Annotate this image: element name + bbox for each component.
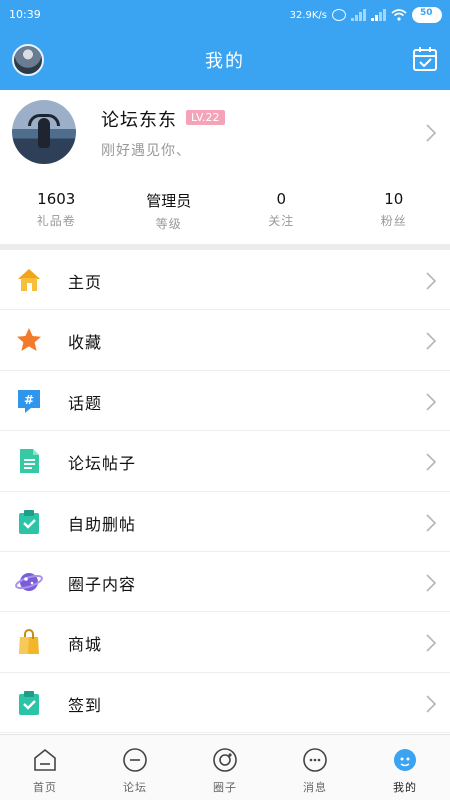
stat-value: 10 (384, 190, 404, 208)
menu-item-store[interactable]: 商城 (0, 612, 450, 673)
planet-icon (15, 572, 43, 591)
menu-label: 话题 (68, 393, 103, 413)
menu-item-topics[interactable]: # 话题 (0, 370, 450, 432)
chevron-right-icon (426, 574, 436, 592)
topic-hash-icon: # (18, 389, 40, 413)
status-time: 10:39 (9, 8, 41, 21)
signal-icon (351, 9, 366, 21)
menu-list: 主页 收藏 # 话题 论坛帖子 自助删帖 圈子内容 商城 签到 (0, 250, 450, 734)
menu-label: 商城 (68, 635, 103, 655)
tab-mine[interactable]: 我的 (360, 735, 450, 800)
tab-circle[interactable]: 圈子 (180, 735, 270, 800)
tab-label: 圈子 (213, 781, 237, 794)
tab-home[interactable]: 首页 (0, 735, 90, 800)
alarm-icon (332, 9, 346, 21)
stat-value: 管理员 (146, 192, 192, 210)
menu-item-favorites[interactable]: 收藏 (0, 310, 450, 371)
menu-item-circle-content[interactable]: 圈子内容 (0, 551, 450, 613)
svg-text:#: # (24, 393, 34, 407)
stat-value: 1603 (37, 190, 76, 208)
stat-label: 关注 (268, 214, 295, 228)
menu-label: 收藏 (68, 333, 103, 353)
shopping-bag-icon (19, 629, 39, 655)
chevron-right-icon (426, 272, 436, 290)
chevron-right-icon (426, 513, 436, 532)
menu-label: 圈子内容 (68, 574, 137, 594)
chevron-right-icon (426, 332, 436, 350)
avatar[interactable] (12, 100, 76, 164)
menu-label: 主页 (68, 273, 103, 292)
tab-label: 首页 (33, 781, 57, 794)
signin-clipboard-icon (19, 690, 39, 715)
net-speed: 32.9K/s (289, 9, 327, 21)
home-icon (18, 269, 40, 291)
chevron-right-icon (426, 393, 436, 411)
chevron-right-icon (426, 124, 436, 142)
profile-signature: 刚好遇见你、 (101, 143, 191, 159)
menu-label: 签到 (68, 695, 103, 715)
menu-item-home[interactable]: 主页 (0, 250, 450, 311)
signal-hd-icon (371, 9, 386, 21)
profile-name: 论坛东东 (101, 110, 177, 131)
status-bar: 10:39 32.9K/s 50 (0, 0, 450, 30)
chevron-right-icon (426, 453, 436, 471)
tab-label: 我的 (393, 781, 417, 794)
header-bar: 我的 (0, 30, 450, 90)
tab-label: 消息 (303, 781, 327, 794)
home-outline-icon (34, 748, 56, 771)
battery-level: 50 (420, 8, 433, 18)
battery-icon: 50 (412, 7, 442, 23)
page-title: 我的 (205, 51, 245, 72)
document-icon (20, 449, 39, 474)
menu-item-self-delete-posts[interactable]: 自助删帖 (0, 491, 450, 552)
menu-item-sign-in[interactable]: 签到 (0, 672, 450, 734)
stat-label: 等级 (155, 217, 182, 231)
wifi-icon (391, 9, 407, 21)
stat-label: 礼品卷 (36, 214, 76, 228)
circle-icon (213, 748, 237, 772)
tab-messages[interactable]: 消息 (270, 735, 360, 800)
stat-following[interactable]: 0 关注 (225, 182, 338, 244)
tab-forum[interactable]: 论坛 (90, 735, 180, 800)
stat-followers[interactable]: 10 粉丝 (338, 182, 450, 244)
menu-item-forum-posts[interactable]: 论坛帖子 (0, 431, 450, 492)
calendar-checkin-icon[interactable] (412, 46, 438, 72)
stat-label: 粉丝 (380, 214, 407, 228)
chevron-right-icon (426, 695, 436, 713)
stat-value: 0 (276, 190, 287, 208)
stat-level[interactable]: 管理员 等级 (113, 182, 226, 244)
tab-label: 论坛 (123, 781, 147, 794)
clipboard-check-icon (19, 509, 39, 534)
bottom-tab-bar: 首页 论坛 圈子 消息 我的 (0, 734, 450, 800)
message-icon (303, 748, 327, 772)
level-badge: LV.22 (186, 110, 225, 125)
chevron-right-icon (426, 634, 436, 652)
profile-icon (394, 749, 416, 771)
star-icon (17, 328, 41, 352)
forum-icon (123, 748, 147, 772)
menu-label: 自助删帖 (68, 514, 137, 534)
stat-gift-coupons[interactable]: 1603 礼品卷 (0, 182, 113, 244)
profile-card[interactable]: 论坛东东 LV.22 刚好遇见你、 (0, 90, 450, 182)
stats-row: 1603 礼品卷 管理员 等级 0 关注 10 粉丝 (0, 182, 450, 244)
menu-label: 论坛帖子 (68, 454, 137, 474)
